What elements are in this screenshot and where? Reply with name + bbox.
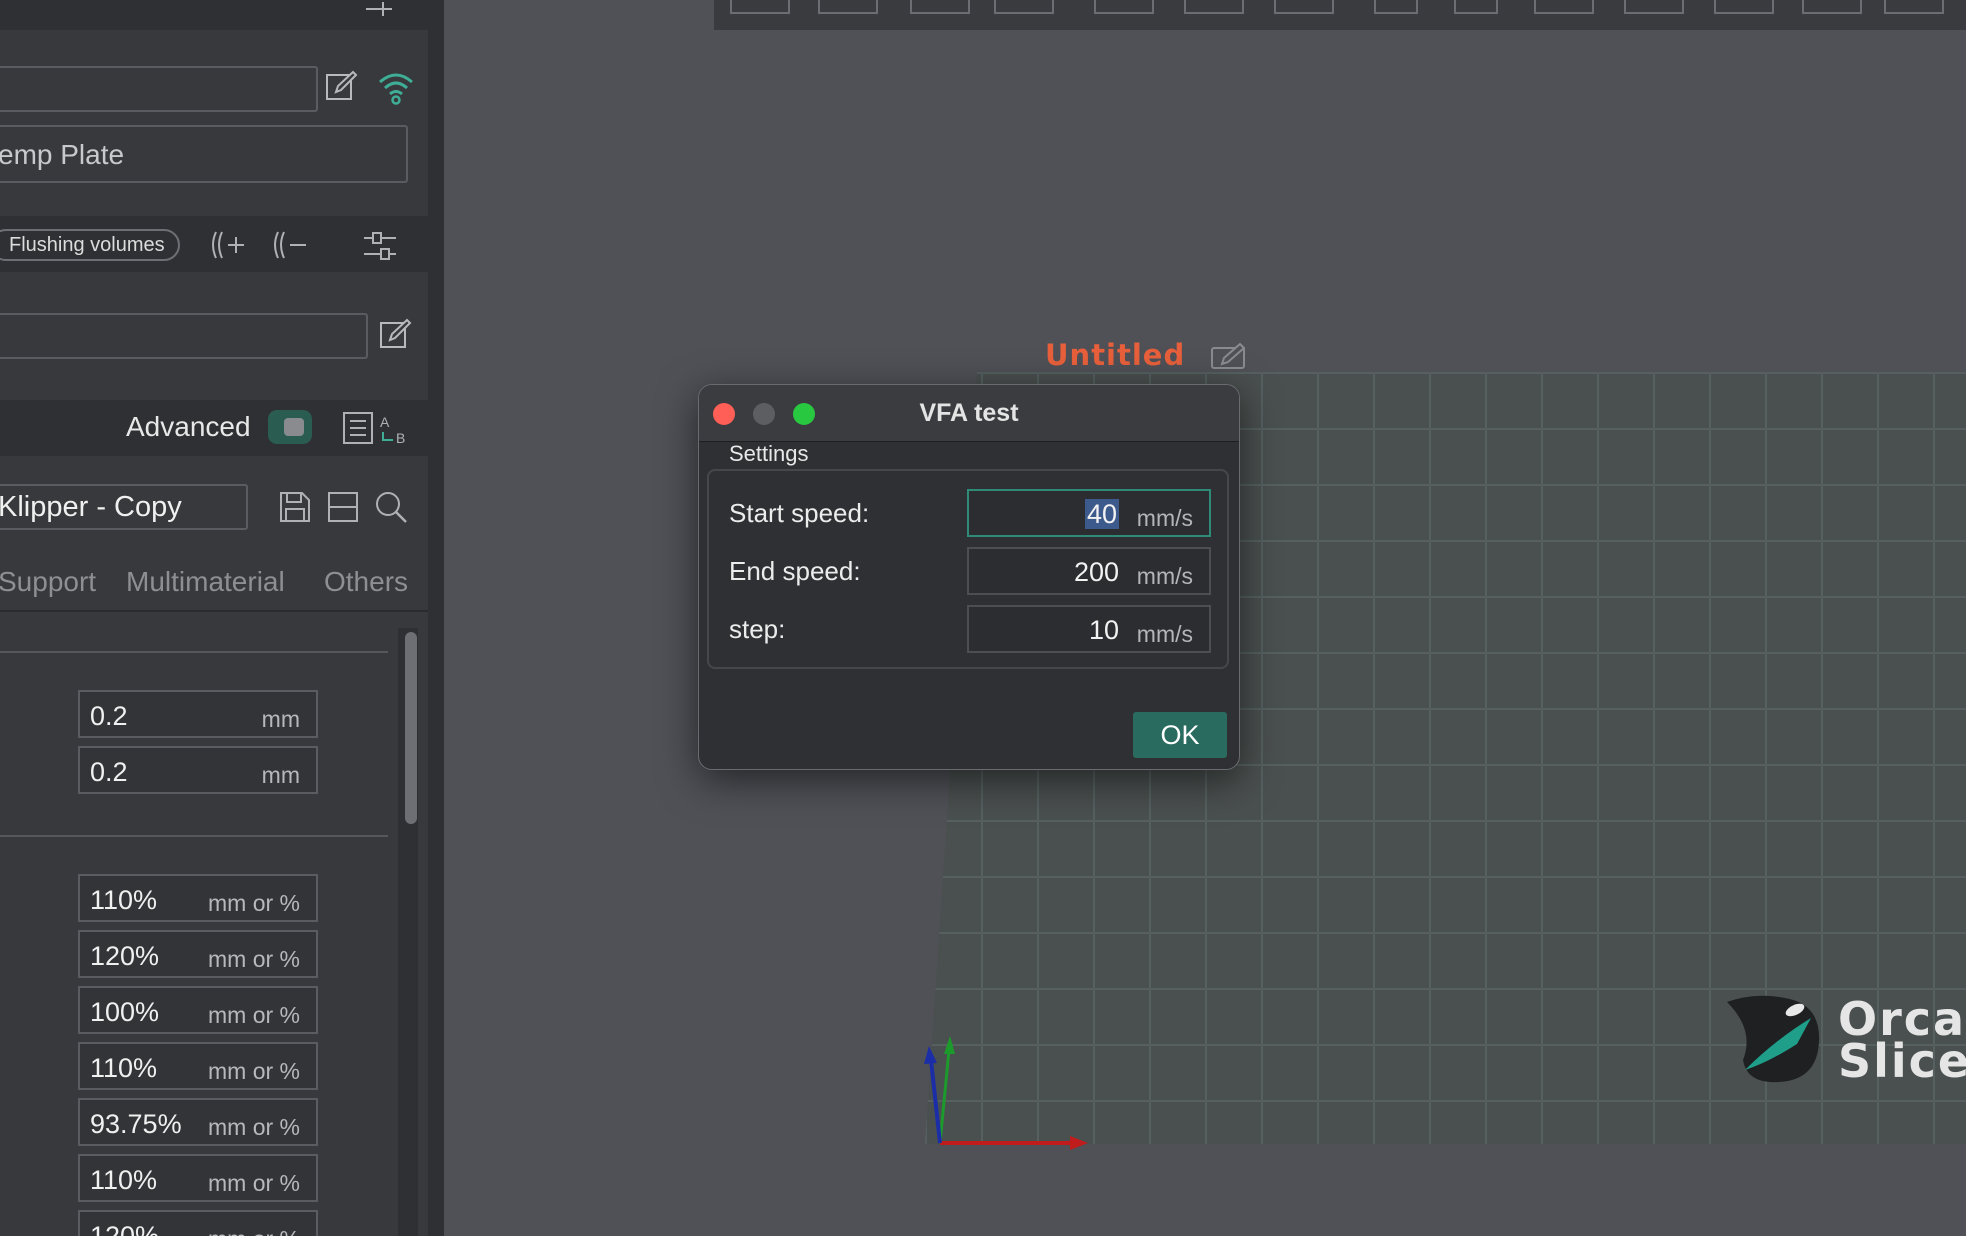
field-value: 120% <box>90 941 160 971</box>
edit-icon[interactable] <box>378 318 412 352</box>
tab-divider <box>0 610 428 612</box>
line-width-field[interactable]: 93.75% mm or % <box>78 1098 318 1146</box>
cut-icon[interactable] <box>1274 0 1334 14</box>
ok-button[interactable]: OK <box>1133 712 1227 758</box>
start-speed-label: Start speed: <box>729 498 870 528</box>
end-speed-input[interactable]: 200 mm/s <box>967 547 1211 595</box>
panel-divider[interactable] <box>428 0 444 1236</box>
field-unit: mm or % <box>208 1002 300 1028</box>
line-width-field[interactable]: 110% mm or % <box>78 1154 318 1202</box>
compare-icon[interactable]: A B <box>342 410 412 446</box>
advanced-toggle[interactable] <box>268 410 312 444</box>
text-icon[interactable] <box>1714 0 1774 14</box>
plate-type-value: emp Plate <box>0 139 125 170</box>
start-speed-input[interactable]: 40 mm/s <box>967 489 1211 537</box>
remove-filament-icon[interactable] <box>270 228 310 262</box>
canvas-toolbar <box>714 0 1966 30</box>
end-speed-value: 200 <box>1073 557 1119 587</box>
line-width-field[interactable]: 100% mm or % <box>78 986 318 1034</box>
arrange-icon[interactable] <box>910 0 970 14</box>
plate-type-select[interactable]: emp Plate <box>0 125 408 183</box>
field-value: 100% <box>90 997 160 1027</box>
edit-icon[interactable] <box>324 70 358 104</box>
first-layer-height-field[interactable]: 0.2 mm <box>78 746 318 794</box>
line-width-field[interactable]: 110% mm or % <box>78 1042 318 1090</box>
svg-text:A: A <box>380 414 390 430</box>
add-object-icon[interactable] <box>730 0 790 14</box>
edit-icon[interactable] <box>1210 342 1248 372</box>
view-icon[interactable] <box>1884 0 1944 14</box>
line-width-field[interactable]: 110% mm or % <box>78 874 318 922</box>
svg-text:B: B <box>396 430 405 446</box>
field-unit: mm or % <box>208 1226 300 1236</box>
layers-icon[interactable] <box>1184 0 1244 14</box>
add-plate-icon[interactable] <box>818 0 878 14</box>
field-unit: mm or % <box>208 1058 300 1084</box>
orca-logo-icon <box>1727 995 1820 1083</box>
field-unit: mm <box>261 706 300 732</box>
line-width-field[interactable]: 120% mm or % <box>78 930 318 978</box>
save-icon[interactable] <box>278 490 312 524</box>
field-unit: mm or % <box>208 1114 300 1140</box>
settings-group-label: Settings <box>729 441 809 466</box>
tab-multimaterial[interactable]: Multimaterial <box>126 566 285 598</box>
support-icon[interactable] <box>1374 0 1418 14</box>
start-speed-unit: mm/s <box>1136 505 1193 531</box>
process-preset-value: Klipper - Copy <box>0 491 182 523</box>
assembly-icon[interactable] <box>1802 0 1862 14</box>
dialog-title: VFA test <box>919 399 1019 427</box>
dialog-titlebar[interactable]: VFA test <box>699 385 1239 442</box>
step-value: 10 <box>1088 615 1119 645</box>
tab-support[interactable]: Support <box>0 566 96 598</box>
line-width-field[interactable]: 120% mm or % <box>78 1210 318 1236</box>
add-filament-icon[interactable] <box>208 228 248 262</box>
scrollbar-thumb[interactable] <box>405 632 417 824</box>
delete-icon[interactable] <box>326 490 360 524</box>
step-unit: mm/s <box>1136 621 1193 647</box>
seam-icon[interactable] <box>1454 0 1498 14</box>
flushing-volumes-label: Flushing volumes <box>9 234 165 256</box>
layer-height-field[interactable]: 0.2 mm <box>78 690 318 738</box>
advanced-mode-label: Advanced <box>126 411 251 442</box>
wifi-icon[interactable] <box>376 70 416 106</box>
field-unit: mm or % <box>208 1170 300 1196</box>
field-value: 0.2 <box>90 701 128 731</box>
tab-others[interactable]: Others <box>324 566 408 598</box>
vfa-test-dialog: VFA test Settings Start speed: 40 mm/s E… <box>698 384 1240 770</box>
plate-title: Untitled <box>1045 338 1186 372</box>
flushing-volumes-button[interactable]: Flushing volumes <box>0 229 180 261</box>
field-value: 110% <box>90 1165 158 1195</box>
scale-icon[interactable] <box>1624 0 1684 14</box>
settings-sidebar: emp Plate Flushing volumes Advanced A B <box>0 0 428 1236</box>
search-icon[interactable] <box>374 490 408 524</box>
slider-icon[interactable] <box>364 0 394 20</box>
orient-icon[interactable] <box>994 0 1054 14</box>
field-unit: mm or % <box>208 890 300 916</box>
start-speed-value: 40 <box>969 499 1119 530</box>
toggle-knob <box>284 418 304 436</box>
end-speed-label: End speed: <box>729 556 861 586</box>
selected-text: 40 <box>1084 499 1119 529</box>
brand-wordmark: Orca Slicer <box>1838 992 1966 1088</box>
field-value: 110% <box>90 1053 158 1083</box>
step-input[interactable]: 10 mm/s <box>967 605 1211 653</box>
field-unit: mm or % <box>208 946 300 972</box>
settings-sliders-icon[interactable] <box>362 228 398 264</box>
field-unit: mm <box>261 762 300 788</box>
filament-select[interactable] <box>0 313 368 359</box>
field-value: 93.75% <box>90 1109 182 1139</box>
step-label: step: <box>729 614 786 644</box>
end-speed-unit: mm/s <box>1136 563 1193 589</box>
field-value: 110% <box>90 885 158 915</box>
process-preset-select[interactable]: Klipper - Copy <box>0 484 248 530</box>
section-divider <box>0 651 388 653</box>
split-icon[interactable] <box>1094 0 1154 14</box>
printer-select[interactable] <box>0 66 318 112</box>
xyz-axes-icon <box>924 1036 1088 1150</box>
measure-icon[interactable] <box>1534 0 1594 14</box>
section-divider <box>0 835 388 837</box>
field-value: 120% <box>90 1221 160 1236</box>
field-value: 0.2 <box>90 757 128 787</box>
